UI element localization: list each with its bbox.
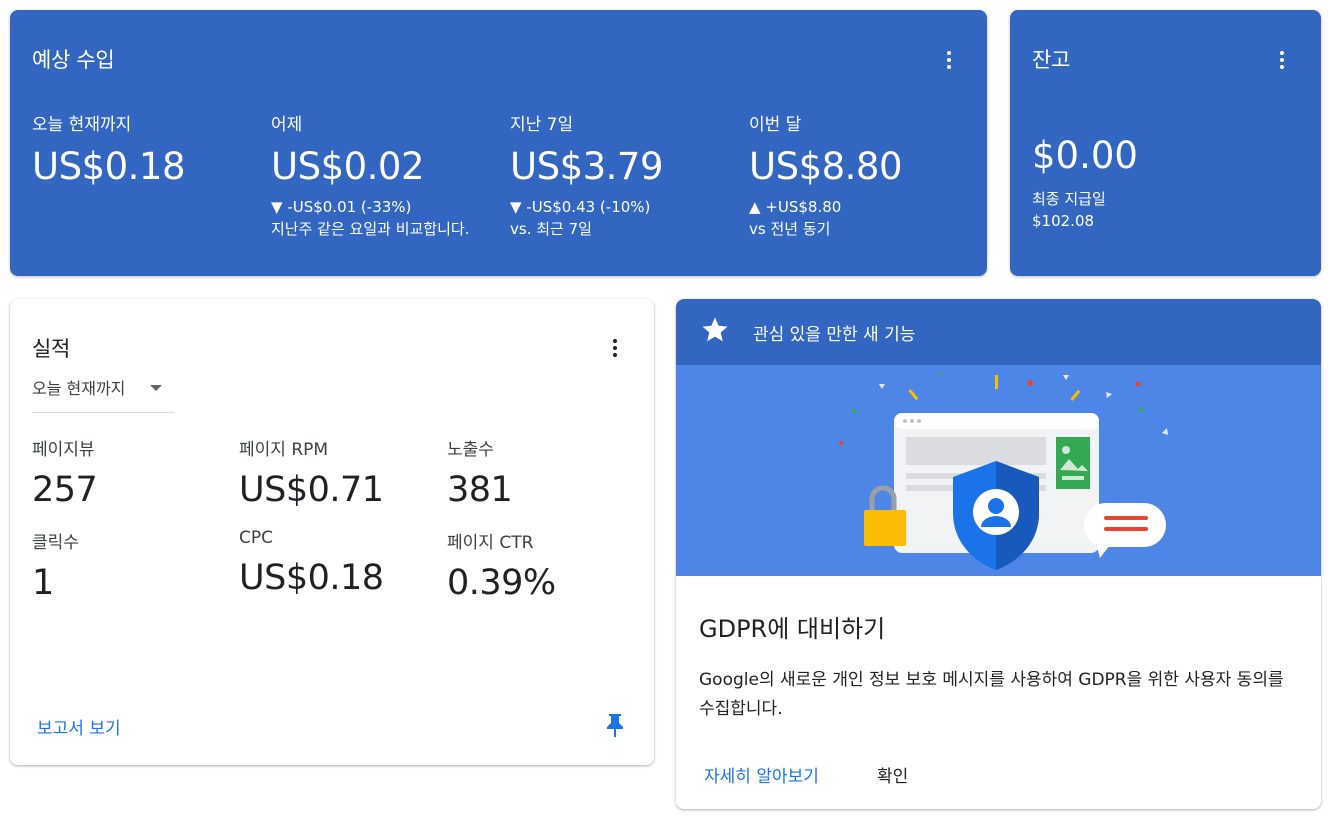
new-feature-card: 관심 있을 만한 새 기능 GDPR에 대비하기 Google의 새로운 개인 … — [676, 299, 1321, 809]
estimated-earnings-card: 예상 수입 오늘 현재까지 US$0.18 어제 US$0.02 ▼ -US$0… — [10, 10, 987, 276]
perf-metric-value: US$0.18 — [239, 558, 384, 598]
caret-down-icon — [150, 385, 162, 391]
last-payment-amount: $102.08 — [1032, 212, 1095, 230]
metric-compare: 지난주 같은 요일과 비교합니다. — [271, 220, 470, 238]
perf-metric-pageviews: 페이지뷰 257 — [32, 435, 232, 510]
perf-metric-label: 페이지뷰 — [32, 440, 95, 460]
metric-label: 어제 — [271, 115, 303, 135]
performance-more-icon[interactable] — [603, 336, 627, 360]
performance-title: 실적 — [32, 337, 71, 361]
perf-metric-label: 노출수 — [447, 440, 494, 460]
perf-metric-label: 페이지 RPM — [239, 440, 329, 460]
perf-metric-value: 381 — [447, 470, 513, 510]
confirm-button[interactable]: 확인 — [877, 762, 908, 787]
metric-compare: vs 전년 동기 — [749, 220, 831, 238]
date-range-dropdown[interactable]: 오늘 현재까지 — [32, 375, 174, 413]
feature-description: Google의 새로운 개인 정보 보호 메시지를 사용하여 GDPR을 위한 … — [699, 670, 1284, 719]
metric-value: US$3.79 — [510, 145, 664, 188]
perf-metric-label: 클릭수 — [32, 533, 79, 553]
balance-title: 잔고 — [1032, 48, 1071, 72]
earnings-title: 예상 수입 — [32, 48, 115, 72]
metric-label: 지난 7일 — [510, 115, 574, 135]
perf-metric-value: 257 — [32, 470, 98, 510]
perf-metric-clicks: 클릭수 1 — [32, 528, 232, 603]
feature-header: 관심 있을 만한 새 기능 — [676, 299, 1321, 365]
metric-change: ▼ -US$0.43 (-10%) — [510, 198, 651, 216]
metric-value: US$0.02 — [271, 145, 425, 188]
metric-change: ▲ +US$8.80 — [749, 198, 842, 216]
perf-metric-cpc: CPC US$0.18 — [239, 528, 439, 598]
metric-label: 오늘 현재까지 — [32, 115, 132, 135]
performance-card: 실적 오늘 현재까지 페이지뷰 257 페이지 RPM US$0.71 노출수 … — [10, 299, 654, 765]
gdpr-illustration — [676, 365, 1321, 576]
date-range-value: 오늘 현재까지 — [32, 379, 126, 398]
last-payment-label: 최종 지급일 — [1032, 190, 1106, 208]
balance-more-icon[interactable] — [1270, 48, 1294, 72]
earnings-more-icon[interactable] — [937, 48, 961, 72]
perf-metric-value: 0.39% — [447, 563, 556, 603]
metric-yesterday: 어제 US$0.02 ▼ -US$0.01 (-33%) 지난주 같은 요일과 … — [271, 110, 501, 240]
metric-compare: vs. 최근 7일 — [510, 220, 592, 238]
perf-metric-impressions: 노출수 381 — [447, 435, 647, 510]
perf-metric-value: US$0.71 — [239, 470, 384, 510]
metric-last-7-days: 지난 7일 US$3.79 ▼ -US$0.43 (-10%) vs. 최근 7… — [510, 110, 740, 240]
metric-value: US$8.80 — [749, 145, 903, 188]
pin-icon[interactable] — [604, 712, 626, 738]
balance-card: 잔고 $0.00 최종 지급일 $102.08 — [1010, 10, 1321, 276]
perf-metric-page-rpm: 페이지 RPM US$0.71 — [239, 435, 439, 510]
perf-metric-label: CPC — [239, 528, 273, 548]
metric-label: 이번 달 — [749, 115, 802, 135]
perf-metric-page-ctr: 페이지 CTR 0.39% — [447, 528, 647, 603]
balance-amount: $0.00 — [1032, 134, 1138, 177]
view-report-link[interactable]: 보고서 보기 — [37, 714, 121, 739]
metric-change: ▼ -US$0.01 (-33%) — [271, 198, 412, 216]
star-icon — [702, 317, 728, 342]
metric-value: US$0.18 — [32, 145, 186, 188]
metric-this-month: 이번 달 US$8.80 ▲ +US$8.80 vs 전년 동기 — [749, 110, 979, 240]
perf-metric-value: 1 — [32, 563, 54, 603]
learn-more-button[interactable]: 자세히 알아보기 — [704, 762, 819, 787]
feature-title: GDPR에 대비하기 — [699, 615, 886, 643]
perf-metric-label: 페이지 CTR — [447, 533, 534, 553]
feature-header-title: 관심 있을 만한 새 기능 — [753, 325, 916, 345]
metric-today: 오늘 현재까지 US$0.18 — [32, 110, 262, 188]
